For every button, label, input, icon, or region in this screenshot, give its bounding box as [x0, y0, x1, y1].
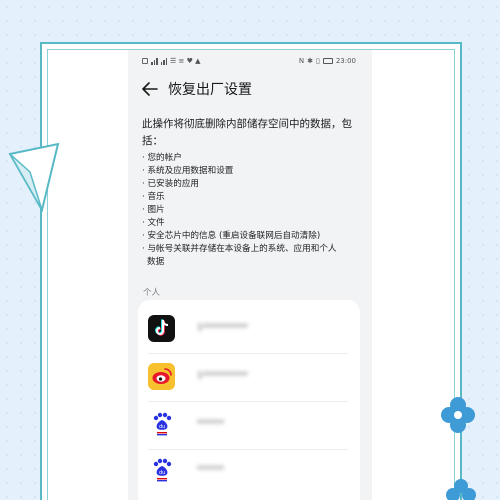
list-item: · 文件: [142, 218, 165, 228]
page-title: 恢复出厂设置: [168, 82, 252, 98]
list-item: · 与帐号关联并存储在本设备上的系统、应用和个人 数据: [142, 244, 337, 267]
page-header: 恢复出厂设置: [142, 78, 362, 100]
paper-plane-icon: [8, 142, 60, 213]
bluetooth-icon: ✱: [307, 57, 313, 65]
list-item: · 已安装的应用: [142, 179, 200, 189]
vibrate-icon: ▯: [315, 57, 320, 65]
accounts-card: 1********** 1********** du ****** du ***…: [138, 300, 360, 500]
svg-text:du: du: [159, 424, 165, 430]
phone-screen: ☰ ≡ ♥ ▲ N ✱ ▯ 23:00 恢复出厂设置 此操作将彻底删除内部储存空…: [128, 50, 372, 500]
list-item: · 音乐: [142, 192, 165, 202]
signal-bars-icon: [160, 57, 167, 65]
flower-decor-icon: [446, 479, 476, 500]
weibo-icon: [148, 362, 175, 390]
section-label: 个人: [143, 288, 161, 298]
account-row-baidu[interactable]: du ******: [148, 404, 348, 450]
list-item: · 系统及应用数据和设置: [142, 166, 234, 176]
account-row-baidu[interactable]: du ******: [148, 450, 348, 490]
account-row-tiktok[interactable]: 1**********: [148, 308, 348, 354]
account-name: ******: [197, 465, 224, 475]
list-item: · 您的帐户: [142, 153, 182, 163]
account-name: 1**********: [197, 371, 248, 381]
divider: [148, 353, 348, 354]
battery-icon: [322, 58, 333, 64]
nfc-icon: N: [298, 57, 305, 65]
status-icons-left: ☰ ≡ ♥ ▲: [142, 57, 200, 65]
status-time: 23:00: [335, 57, 356, 65]
back-arrow-icon[interactable]: [142, 81, 158, 97]
svg-text:du: du: [159, 470, 165, 476]
baidu-icon: du: [148, 456, 175, 484]
account-row-weibo[interactable]: 1**********: [148, 356, 348, 402]
divider: [148, 401, 348, 402]
baidu-icon: du: [148, 410, 175, 438]
description-text: 此操作将彻底删除内部储存空间中的数据，包括：: [142, 118, 352, 147]
list-item: · 图片: [142, 205, 165, 215]
tiktok-icon: [148, 314, 175, 342]
status-icons-right: N ✱ ▯ 23:00: [299, 57, 356, 65]
status-bar: ☰ ≡ ♥ ▲ N ✱ ▯ 23:00: [128, 50, 372, 72]
flower-decor-icon: [441, 397, 475, 433]
notification-icons: ☰ ≡ ♥ ▲: [170, 57, 201, 65]
account-name: 1**********: [197, 323, 248, 333]
signal-bars-icon: [151, 57, 158, 65]
sim-signal-icon: [142, 58, 148, 64]
data-list: · 您的帐户 · 系统及应用数据和设置 · 已安装的应用 · 音乐 · 图片 ·…: [142, 152, 368, 269]
account-name: ******: [197, 419, 224, 429]
list-item: · 安全芯片中的信息 (重启设备联网后自动清除): [142, 231, 321, 241]
